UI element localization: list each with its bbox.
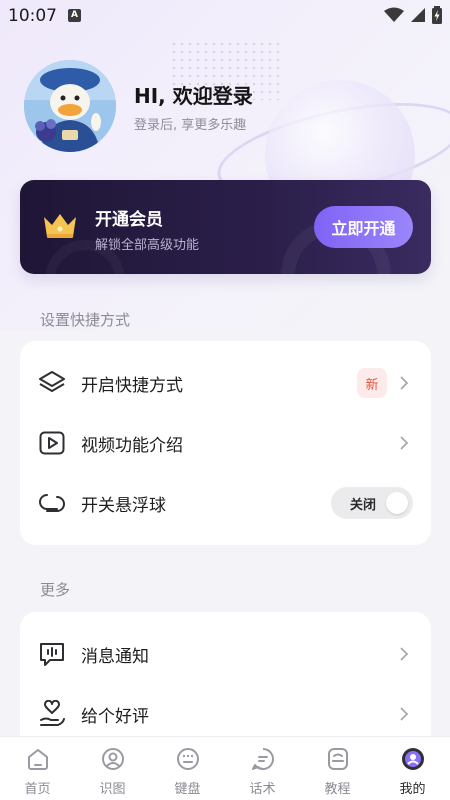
list-item-label: 开启快捷方式 xyxy=(81,375,183,396)
message-notification-icon xyxy=(38,640,66,668)
list-item-label: 给个好评 xyxy=(81,706,149,727)
floating-ball-toggle[interactable]: 关闭 xyxy=(331,487,413,519)
shortcut-settings-card: 开启快捷方式 新 视频功能介绍 开关悬浮球 关闭 xyxy=(20,341,431,545)
toggle-knob xyxy=(386,492,408,514)
tutorial-icon xyxy=(328,748,348,770)
chat-script-icon xyxy=(252,748,274,770)
list-item-label: 消息通知 xyxy=(81,646,149,667)
status-time: 10:07 xyxy=(8,6,57,26)
nav-tab-profile[interactable]: 我的 xyxy=(375,737,450,800)
new-badge: 新 xyxy=(357,368,387,398)
vip-subtitle: 解锁全部高级功能 xyxy=(95,238,200,253)
nav-tab-home[interactable]: 首页 xyxy=(0,737,75,800)
login-greeting[interactable]: HI, 欢迎登录 xyxy=(134,80,253,109)
list-item-label: 开关悬浮球 xyxy=(81,495,166,516)
battery-icon xyxy=(432,6,442,24)
section-title-more: 更多 xyxy=(40,581,71,599)
image-recognition-icon xyxy=(102,748,124,770)
list-item-video-intro[interactable]: 视频功能介绍 xyxy=(20,413,431,473)
float-ball-icon xyxy=(38,489,66,517)
chevron-right-icon xyxy=(400,707,409,721)
heart-hand-icon xyxy=(38,700,66,728)
signal-icon xyxy=(411,8,425,22)
avatar[interactable] xyxy=(24,60,116,152)
list-item-floating-ball[interactable]: 开关悬浮球 关闭 xyxy=(20,473,431,533)
nav-tab-keyboard[interactable]: 键盘 xyxy=(150,737,225,800)
header-background xyxy=(0,0,450,330)
chevron-right-icon xyxy=(400,436,409,450)
nav-label: 识图 xyxy=(99,782,126,797)
open-vip-button[interactable]: 立即开通 xyxy=(314,206,413,248)
vip-title: 开通会员 xyxy=(95,210,163,230)
nav-tab-tutorial[interactable]: 教程 xyxy=(300,737,375,800)
bottom-navigation: 首页 识图 键盘 话术 教程 我的 xyxy=(0,736,450,800)
layers-icon xyxy=(38,369,66,397)
home-icon xyxy=(28,749,48,770)
nav-tab-scripts[interactable]: 话术 xyxy=(225,737,300,800)
nav-label: 教程 xyxy=(324,782,351,797)
chevron-right-icon xyxy=(400,376,409,390)
list-item-notifications[interactable]: 消息通知 xyxy=(20,624,431,684)
wifi-icon xyxy=(384,7,404,22)
list-item-rate-app[interactable]: 给个好评 xyxy=(20,684,431,744)
section-title-shortcuts: 设置快捷方式 xyxy=(40,311,131,329)
status-a-indicator-icon: A xyxy=(68,9,81,22)
keyboard-icon xyxy=(177,748,199,770)
nav-tab-image-recognition[interactable]: 识图 xyxy=(75,737,150,800)
nav-label: 话术 xyxy=(249,782,276,797)
nav-label: 键盘 xyxy=(174,782,201,797)
list-item-enable-shortcut[interactable]: 开启快捷方式 新 xyxy=(20,353,431,413)
login-subtitle: 登录后, 享更多乐趣 xyxy=(134,118,247,133)
list-item-label: 视频功能介绍 xyxy=(81,435,183,456)
status-icons xyxy=(384,6,442,24)
duck-avatar-illustration xyxy=(24,60,116,152)
toggle-label: 关闭 xyxy=(350,497,377,513)
vip-membership-card[interactable]: 开通会员 解锁全部高级功能 立即开通 xyxy=(20,180,431,274)
nav-label: 首页 xyxy=(24,782,51,797)
play-video-icon xyxy=(38,429,66,457)
status-bar: 10:07 A xyxy=(0,0,450,32)
more-settings-card: 消息通知 给个好评 xyxy=(20,612,431,752)
nav-label: 我的 xyxy=(399,782,426,797)
chevron-right-icon xyxy=(400,647,409,661)
profile-icon xyxy=(402,748,424,770)
crown-icon xyxy=(44,214,76,238)
